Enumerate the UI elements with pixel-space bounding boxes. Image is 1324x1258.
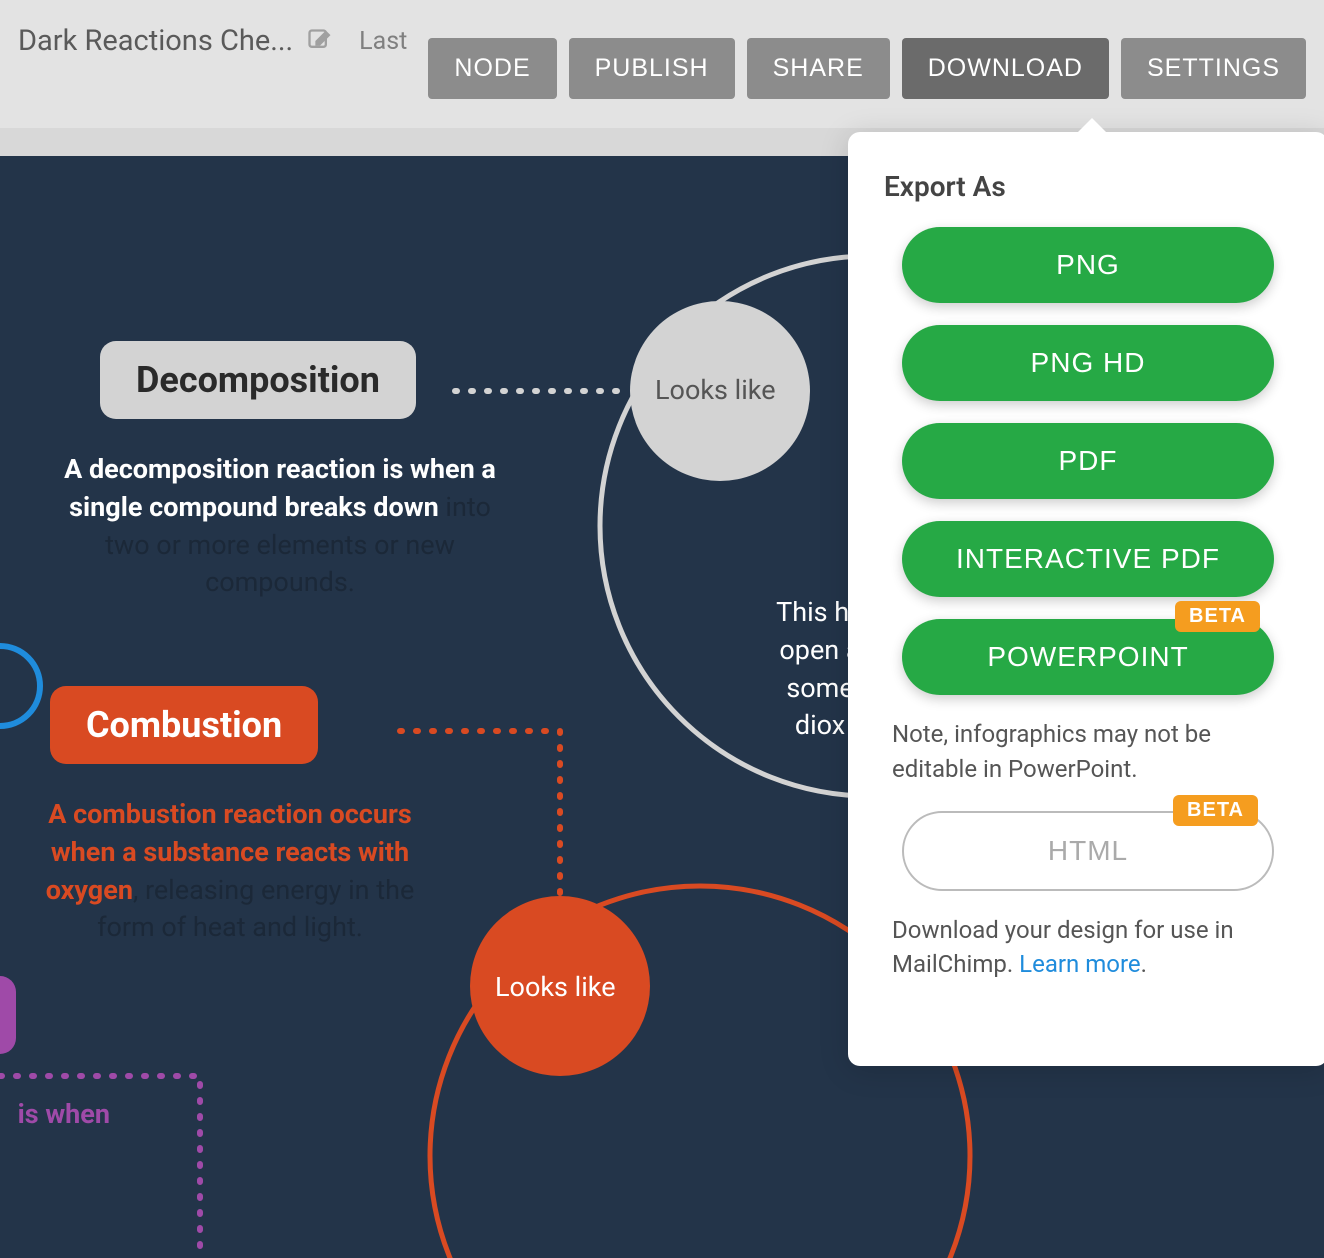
- share-button[interactable]: SHARE: [747, 38, 890, 99]
- publish-button[interactable]: PUBLISH: [569, 38, 735, 99]
- looks-like-label-orange: Looks like: [495, 971, 616, 1003]
- beta-badge-html: BETA: [1173, 795, 1258, 826]
- download-button[interactable]: DOWNLOAD: [902, 38, 1109, 99]
- purple-label-fragment[interactable]: n: [0, 976, 16, 1054]
- export-note-powerpoint: Note, infographics may not be editable i…: [892, 717, 1284, 787]
- looks-like-label-grey: Looks like: [655, 374, 776, 406]
- export-html-label: HTML: [1048, 835, 1128, 866]
- export-as-title: Export As: [884, 170, 1292, 203]
- doc-title-wrap: Dark Reactions Che... Last: [18, 20, 407, 58]
- document-title[interactable]: Dark Reactions Che...: [18, 24, 293, 58]
- edit-title-icon[interactable]: [305, 26, 335, 56]
- export-png-hd-button[interactable]: PNG HD: [902, 325, 1274, 401]
- combustion-desc-rest: , releasing energy in the form of heat a…: [97, 874, 414, 944]
- toolbar-buttons: NODE PUBLISH SHARE DOWNLOAD SETTINGS: [428, 20, 1306, 99]
- export-note-html: Download your design for use in MailChim…: [892, 913, 1284, 983]
- export-png-button[interactable]: PNG: [902, 227, 1274, 303]
- purple-desc-fragment: is when: [0, 1096, 110, 1134]
- combustion-description: A combustion reaction occurs when a subs…: [20, 796, 440, 947]
- top-toolbar: Dark Reactions Che... Last NODE PUBLISH …: [0, 0, 1324, 128]
- combustion-label[interactable]: Combustion: [50, 686, 318, 764]
- decomposition-description: A decomposition reaction is when a singl…: [60, 451, 500, 602]
- export-powerpoint-button[interactable]: POWERPOINT BETA: [902, 619, 1274, 695]
- export-note-html-suffix: .: [1141, 950, 1147, 978]
- settings-button[interactable]: SETTINGS: [1121, 38, 1306, 99]
- export-interactive-pdf-button[interactable]: INTERACTIVE PDF: [902, 521, 1274, 597]
- beta-badge-ppt: BETA: [1175, 601, 1260, 632]
- node-button[interactable]: NODE: [428, 38, 556, 99]
- last-saved-label: Last: [359, 27, 407, 56]
- decomposition-label[interactable]: Decomposition: [100, 341, 416, 419]
- export-powerpoint-label: POWERPOINT: [987, 641, 1188, 672]
- export-dropdown-panel: Export As PNG PNG HD PDF INTERACTIVE PDF…: [848, 132, 1324, 1066]
- decomposition-desc-bold: A decomposition reaction is when a singl…: [64, 453, 496, 523]
- export-pdf-button[interactable]: PDF: [902, 423, 1274, 499]
- export-html-button[interactable]: HTML BETA: [902, 811, 1274, 891]
- learn-more-link[interactable]: Learn more: [1019, 950, 1140, 978]
